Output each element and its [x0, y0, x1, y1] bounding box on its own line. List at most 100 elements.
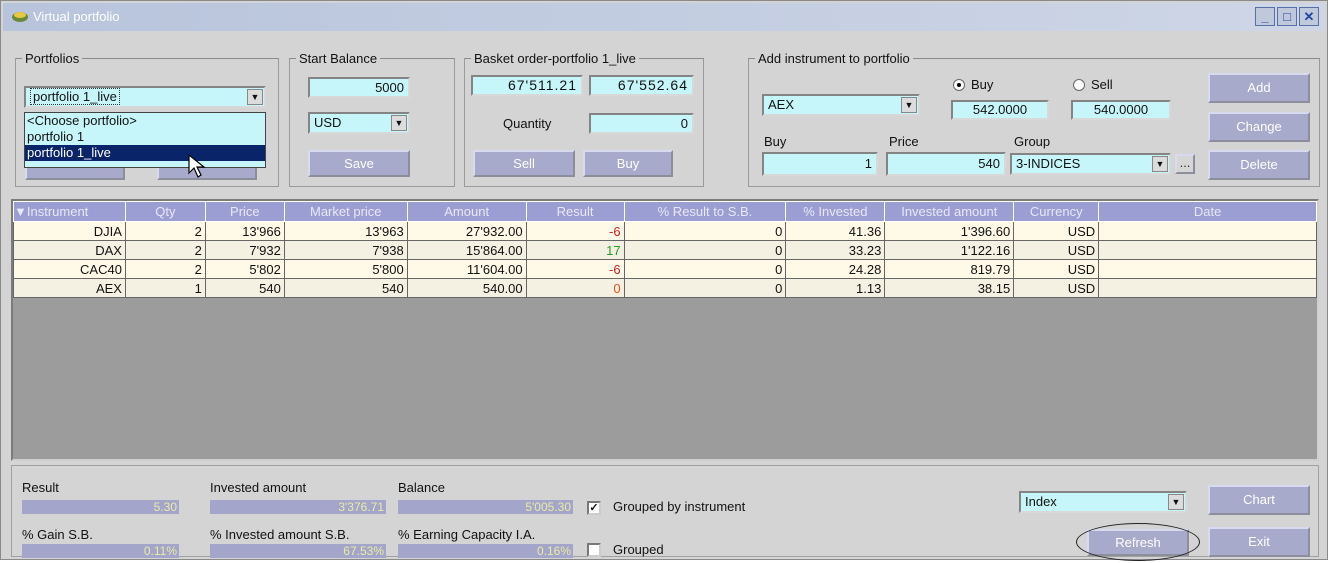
basket-sell-price: 67'511.21 — [471, 75, 583, 96]
cell-market-price: 13'963 — [283, 221, 408, 241]
portfolio-option[interactable]: <Choose portfolio> — [25, 113, 265, 129]
minimize-button[interactable]: _ — [1255, 7, 1275, 26]
group-browse-button[interactable]: ... — [1175, 154, 1195, 174]
cell-currency: USD — [1013, 240, 1100, 260]
buy-radio-label: Buy — [971, 77, 994, 92]
buy-qty-input[interactable]: 1 — [762, 152, 878, 176]
cell-result: 0 — [525, 278, 625, 298]
start-balance-input[interactable]: 5000 — [308, 77, 410, 98]
cell-instrument: AEX — [13, 278, 126, 298]
cell-amount: 540.00 — [406, 278, 527, 298]
quantity-input[interactable]: 0 — [589, 113, 694, 134]
chevron-down-icon[interactable]: ▼ — [901, 97, 917, 113]
change-button[interactable]: Change — [1208, 112, 1310, 142]
gain-sb-label: % Gain S.B. — [22, 527, 93, 542]
grouped-by-instrument-label: Grouped by instrument — [613, 499, 746, 514]
maximize-button[interactable]: □ — [1277, 7, 1297, 26]
cell-instrument: DAX — [13, 240, 126, 260]
column-header-qty[interactable]: Qty — [124, 201, 206, 222]
portfolio-selected: portfolio 1_live — [30, 88, 120, 105]
sell-radio-label: Sell — [1091, 77, 1113, 92]
buy-radio[interactable] — [953, 79, 965, 91]
save-button[interactable]: Save — [308, 150, 410, 177]
exit-button[interactable]: Exit — [1208, 527, 1310, 557]
cell-market-price: 5'800 — [283, 259, 408, 279]
column-header-amount[interactable]: Amount — [406, 201, 527, 222]
portfolio-option[interactable]: portfolio 1 — [25, 129, 265, 145]
chevron-down-icon[interactable]: ▼ — [1168, 494, 1184, 510]
column-header-instrument[interactable]: ▼Instrument — [13, 201, 126, 222]
quantity-label: Quantity — [503, 116, 552, 131]
portfolio-hidden-button-2 — [157, 166, 257, 180]
cell-price: 540 — [204, 278, 285, 298]
portfolio-option-highlighted[interactable]: portfolio 1_live — [25, 145, 265, 161]
delete-button[interactable]: Delete — [1208, 150, 1310, 180]
price-input[interactable]: 540 — [886, 152, 1006, 176]
table-row[interactable]: CAC40 2 5'802 5'800 11'604.00 -6 0 24.28… — [13, 259, 1317, 279]
gain-sb-value: 0.11% — [22, 544, 179, 558]
column-header-invested[interactable]: % Invested — [785, 201, 886, 222]
sell-radio[interactable] — [1073, 79, 1085, 91]
cell-invested: 41.36 — [785, 221, 886, 241]
group-label: Group — [1014, 134, 1051, 149]
cell-qty: 1 — [124, 278, 206, 298]
refresh-highlight-ellipse — [1076, 523, 1200, 561]
group-select[interactable]: 3-INDICES ▼ — [1010, 153, 1171, 175]
cell-result: -6 — [525, 259, 625, 279]
table-row[interactable]: AEX 1 540 540 540.00 0 0 1.13 38.15 USD — [13, 278, 1317, 298]
currency-select[interactable]: USD ▼ — [308, 112, 410, 134]
cell-price: 7'932 — [204, 240, 285, 260]
start-balance-legend: Start Balance — [299, 51, 378, 66]
chart-button[interactable]: Chart — [1208, 485, 1310, 515]
window-title: Virtual portfolio — [33, 9, 120, 24]
column-header-price[interactable]: Price — [204, 201, 285, 222]
column-header-result[interactable]: Result — [525, 201, 625, 222]
sort-desc-icon: ▼ — [14, 204, 27, 219]
cell-invested: 1.13 — [785, 278, 886, 298]
group-selected: 3-INDICES — [1016, 156, 1081, 171]
cell-date — [1098, 221, 1317, 241]
portfolio-grid: ▼Instrument Qty Price Market price Amoun… — [11, 199, 1319, 461]
invested-amount-label: Invested amount — [210, 480, 307, 495]
sell-basket-button[interactable]: Sell — [473, 150, 575, 177]
cell-amount: 15'864.00 — [406, 240, 527, 260]
cell-result-sb: 0 — [623, 240, 787, 260]
table-row[interactable]: DAX 2 7'932 7'938 15'864.00 17 0 33.23 1… — [13, 240, 1317, 260]
portfolio-select[interactable]: portfolio 1_live ▼ — [24, 86, 266, 108]
mouse-cursor-icon — [188, 153, 206, 178]
positions-table: ▼Instrument Qty Price Market price Amoun… — [13, 201, 1317, 298]
add-instrument-legend: Add instrument to portfolio — [758, 51, 910, 66]
basket-buy-price: 67'552.64 — [589, 75, 694, 96]
instrument-selected: AEX — [768, 97, 795, 112]
column-header-date[interactable]: Date — [1098, 201, 1317, 222]
cell-amount: 11'604.00 — [406, 259, 527, 279]
grouped-checkbox[interactable] — [587, 543, 601, 557]
close-button[interactable]: ✕ — [1299, 7, 1319, 26]
title-bar: Virtual portfolio _ □ ✕ — [3, 3, 1325, 31]
column-header-currency[interactable]: Currency — [1013, 201, 1100, 222]
grouped-by-instrument-checkbox[interactable]: ✓ — [587, 501, 601, 515]
column-header-invested-amount[interactable]: Invested amount — [884, 201, 1015, 222]
buy-basket-button[interactable]: Buy — [583, 150, 673, 177]
cell-result-sb: 0 — [623, 278, 787, 298]
cell-instrument: DJIA — [13, 221, 126, 241]
column-header-market-price[interactable]: Market price — [283, 201, 408, 222]
index-select[interactable]: Index ▼ — [1019, 491, 1187, 513]
cell-price: 5'802 — [204, 259, 285, 279]
invested-sb-value: 67.53% — [210, 544, 386, 558]
cell-invested-amount: 38.15 — [884, 278, 1015, 298]
cell-currency: USD — [1013, 221, 1100, 241]
table-row[interactable]: DJIA 2 13'966 13'963 27'932.00 -6 0 41.3… — [13, 221, 1317, 241]
cell-invested: 33.23 — [785, 240, 886, 260]
column-header-result-sb[interactable]: % Result to S.B. — [623, 201, 787, 222]
earning-capacity-label: % Earning Capacity I.A. — [398, 527, 536, 542]
instrument-select[interactable]: AEX ▼ — [762, 94, 920, 116]
chevron-down-icon[interactable]: ▼ — [391, 115, 407, 131]
balance-label: Balance — [398, 480, 445, 495]
chevron-down-icon[interactable]: ▼ — [247, 89, 263, 105]
cell-market-price: 540 — [283, 278, 408, 298]
currency-selected: USD — [314, 115, 342, 130]
cell-result-sb: 0 — [623, 221, 787, 241]
chevron-down-icon[interactable]: ▼ — [1152, 156, 1168, 172]
add-button[interactable]: Add — [1208, 73, 1310, 103]
